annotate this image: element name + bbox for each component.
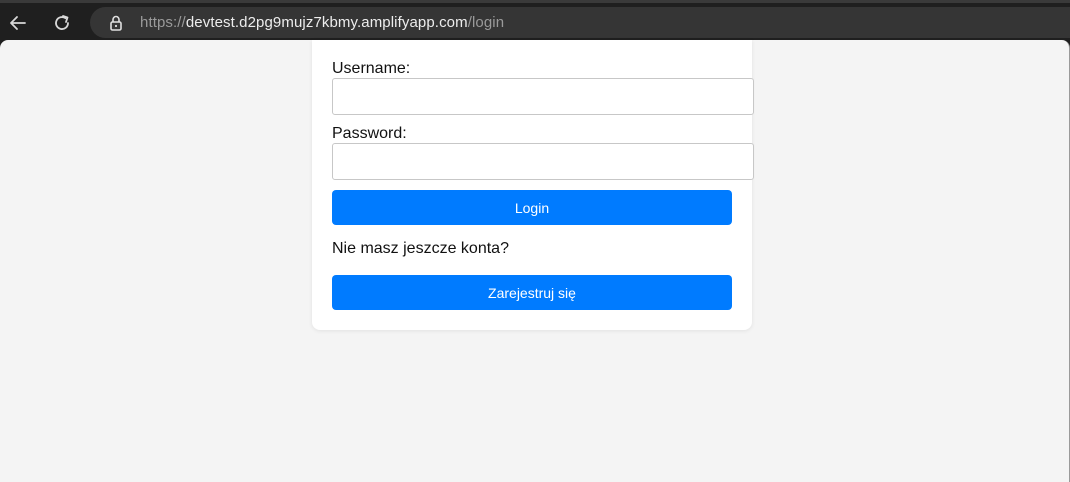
reload-icon bbox=[55, 15, 69, 30]
url-scheme: https:// bbox=[140, 14, 186, 31]
login-button[interactable]: Login bbox=[332, 190, 732, 225]
browser-toolbar: https://devtest.d2pg9mujz7kbmy.amplifyap… bbox=[0, 0, 1070, 40]
reload-button[interactable] bbox=[47, 8, 77, 38]
arrow-left-icon bbox=[10, 16, 26, 30]
url-host: devtest.d2pg9mujz7kbmy.amplifyapp.com bbox=[185, 14, 468, 31]
address-bar[interactable]: https://devtest.d2pg9mujz7kbmy.amplifyap… bbox=[90, 7, 1070, 38]
password-input[interactable] bbox=[332, 143, 754, 180]
login-card: Username: Password: Login Nie masz jeszc… bbox=[312, 40, 754, 330]
page-viewport: Username: Password: Login Nie masz jeszc… bbox=[0, 40, 1070, 482]
lock-icon[interactable] bbox=[108, 15, 124, 31]
back-button[interactable] bbox=[3, 8, 33, 38]
username-input[interactable] bbox=[332, 78, 754, 115]
register-button[interactable]: Zarejestruj się bbox=[332, 275, 732, 310]
register-prompt: Nie masz jeszcze konta? bbox=[332, 240, 509, 257]
url-path: /login bbox=[467, 14, 505, 31]
password-label: Password: bbox=[332, 125, 407, 142]
url-text[interactable]: https://devtest.d2pg9mujz7kbmy.amplifyap… bbox=[140, 14, 504, 31]
username-label: Username: bbox=[332, 60, 411, 77]
